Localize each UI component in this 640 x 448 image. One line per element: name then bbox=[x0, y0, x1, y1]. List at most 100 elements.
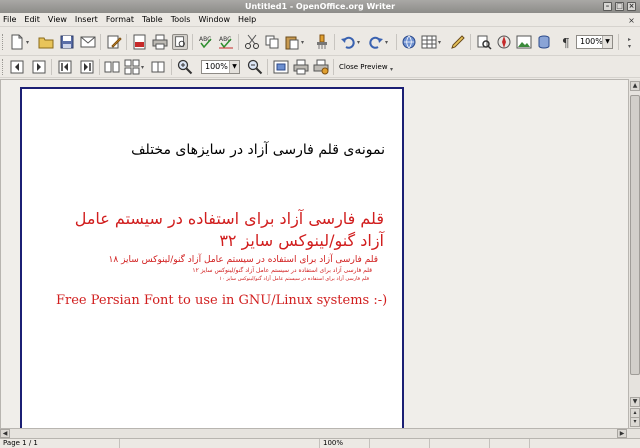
previous-page-icon[interactable] bbox=[9, 59, 25, 75]
multiple-pages-icon[interactable] bbox=[124, 59, 140, 75]
redo-icon[interactable] bbox=[368, 34, 384, 50]
two-pages-icon[interactable] bbox=[104, 59, 120, 75]
table-dropdown-icon[interactable]: ▾ bbox=[438, 39, 441, 46]
scroll-right-icon[interactable]: ▶ bbox=[617, 429, 627, 438]
print-icon[interactable] bbox=[152, 34, 168, 50]
next-page-icon[interactable] bbox=[31, 59, 47, 75]
maximize-button[interactable]: □ bbox=[615, 2, 624, 11]
redo-dropdown-icon[interactable]: ▾ bbox=[385, 39, 388, 46]
full-screen-icon[interactable] bbox=[273, 59, 289, 75]
export-pdf-icon[interactable] bbox=[132, 34, 148, 50]
undo-icon[interactable] bbox=[340, 34, 356, 50]
toolbar-separator bbox=[99, 59, 100, 75]
zoom-out-icon[interactable] bbox=[247, 59, 263, 75]
horizontal-scrollbar[interactable]: ◀ ▶ bbox=[0, 428, 640, 438]
new-document-icon[interactable] bbox=[9, 34, 25, 50]
open-folder-icon[interactable] bbox=[38, 34, 54, 50]
status-selection-mode[interactable] bbox=[430, 439, 490, 448]
nonprinting-characters-icon[interactable]: ¶ bbox=[558, 34, 574, 50]
show-draw-functions-icon[interactable] bbox=[450, 34, 466, 50]
status-document-modified bbox=[490, 439, 530, 448]
standard-toolbar: ▾ ABC ABC ▾ ▾ ▾ ▾ ¶ 100% ▼ ▸ ▾ bbox=[0, 28, 640, 56]
print-page-view-icon[interactable] bbox=[293, 59, 309, 75]
toolbar-grip[interactable] bbox=[2, 59, 5, 75]
spellcheck-icon[interactable]: ABC bbox=[198, 34, 214, 50]
gallery-icon[interactable] bbox=[516, 34, 532, 50]
zoom-in-icon[interactable] bbox=[177, 59, 193, 75]
status-zoom[interactable]: 100% bbox=[320, 439, 370, 448]
red-text-line2: آزاد گنو/لینوکس سایز ۳۲ bbox=[219, 231, 384, 250]
toolbar-grip[interactable] bbox=[2, 34, 5, 50]
multiple-pages-dropdown-icon[interactable]: ▾ bbox=[141, 64, 144, 71]
document-page[interactable]: نمونه‌ی قلم فارسی آزاد در سایزهای مختلف … bbox=[20, 87, 404, 432]
scroll-down-icon[interactable]: ▼ bbox=[630, 397, 640, 407]
document-workspace: نمونه‌ی قلم فارسی آزاد در سایزهای مختلف … bbox=[0, 79, 628, 432]
menu-view[interactable]: View bbox=[48, 13, 67, 27]
preview-toolbar-overflow-icon[interactable]: ▾ bbox=[390, 66, 393, 73]
scroll-up-icon[interactable]: ▲ bbox=[630, 81, 640, 91]
find-replace-icon[interactable] bbox=[476, 34, 492, 50]
copy-icon[interactable] bbox=[264, 34, 280, 50]
toolbar-separator bbox=[618, 34, 619, 50]
latin-text-line: Free Persian Font to use in GNU/Linux sy… bbox=[56, 293, 388, 308]
status-signature bbox=[530, 439, 640, 448]
preview-zoom-combobox[interactable]: 100% ▼ bbox=[201, 60, 240, 74]
cut-icon[interactable] bbox=[244, 34, 260, 50]
close-document-icon[interactable]: × bbox=[627, 16, 636, 25]
window-title: Untitled1 - OpenOffice.org Writer bbox=[244, 2, 396, 11]
hyperlink-icon[interactable] bbox=[401, 34, 417, 50]
window-controls: – □ × bbox=[603, 2, 636, 11]
toolbar-separator bbox=[470, 34, 471, 50]
scroll-left-icon[interactable]: ◀ bbox=[0, 429, 10, 438]
menu-format[interactable]: Format bbox=[106, 13, 134, 27]
edit-file-icon[interactable] bbox=[106, 34, 122, 50]
new-dropdown-icon[interactable]: ▾ bbox=[26, 39, 29, 46]
status-page-count[interactable]: Page 1 / 1 bbox=[0, 439, 120, 448]
page-preview-icon[interactable] bbox=[172, 34, 188, 50]
zoom-dropdown-arrow[interactable]: ▼ bbox=[602, 36, 612, 48]
menu-tools[interactable]: Tools bbox=[171, 13, 191, 27]
window-titlebar: Untitled1 - OpenOffice.org Writer – □ × bbox=[0, 0, 640, 13]
vertical-scrollbar[interactable]: ▲ ▼ ▴ ▾ bbox=[628, 79, 640, 428]
menu-edit[interactable]: Edit bbox=[24, 13, 40, 27]
menu-insert[interactable]: Insert bbox=[75, 13, 98, 27]
toolbar-separator bbox=[100, 34, 101, 50]
email-icon[interactable] bbox=[80, 34, 96, 50]
last-page-icon[interactable] bbox=[79, 59, 95, 75]
navigator-icon[interactable] bbox=[496, 34, 512, 50]
menu-file[interactable]: File bbox=[3, 13, 16, 27]
zoom-combobox[interactable]: 100% ▼ bbox=[576, 35, 613, 49]
undo-dropdown-icon[interactable]: ▾ bbox=[357, 39, 360, 46]
toolbar-separator bbox=[171, 59, 172, 75]
red-text-size18: قلم فارسی آزاد برای استفاده در سیستم عام… bbox=[108, 255, 378, 265]
menu-help[interactable]: Help bbox=[238, 13, 256, 27]
red-text-line1: قلم فارسی آزاد برای استفاده در سیستم عام… bbox=[74, 209, 384, 228]
close-preview-button[interactable]: Close Preview bbox=[339, 62, 388, 72]
preview-zoom-dropdown-arrow[interactable]: ▼ bbox=[229, 61, 239, 73]
toolbar-separator bbox=[396, 34, 397, 50]
paste-icon[interactable] bbox=[284, 34, 300, 50]
paste-dropdown-icon[interactable]: ▾ bbox=[301, 39, 304, 46]
toolbar-separator bbox=[126, 34, 127, 50]
red-text-size32: قلم فارسی آزاد برای استفاده در سیستم عام… bbox=[75, 208, 384, 252]
toolbar-separator bbox=[51, 59, 52, 75]
preview-zoom-value: 100% bbox=[205, 62, 228, 71]
book-preview-icon[interactable] bbox=[150, 59, 166, 75]
data-sources-icon[interactable] bbox=[536, 34, 552, 50]
save-icon[interactable] bbox=[59, 34, 75, 50]
minimize-button[interactable]: – bbox=[603, 2, 612, 11]
document-heading: نمونه‌ی قلم فارسی آزاد در سایزهای مختلف bbox=[131, 142, 385, 158]
table-icon[interactable] bbox=[421, 34, 437, 50]
print-options-icon[interactable] bbox=[313, 59, 329, 75]
close-window-button[interactable]: × bbox=[627, 2, 636, 11]
clone-formatting-icon[interactable] bbox=[314, 34, 330, 50]
autospellcheck-icon[interactable]: ABC bbox=[218, 34, 234, 50]
first-page-icon[interactable] bbox=[57, 59, 73, 75]
status-insert-mode[interactable] bbox=[370, 439, 430, 448]
next-page-scroll-icon[interactable]: ▾ bbox=[630, 417, 640, 427]
menu-window[interactable]: Window bbox=[198, 13, 230, 27]
toolbar-overflow-icon[interactable]: ▸ ▾ bbox=[628, 36, 631, 50]
svg-text:¶: ¶ bbox=[562, 36, 570, 50]
menu-table[interactable]: Table bbox=[142, 13, 163, 27]
vertical-scroll-thumb[interactable] bbox=[630, 95, 640, 375]
